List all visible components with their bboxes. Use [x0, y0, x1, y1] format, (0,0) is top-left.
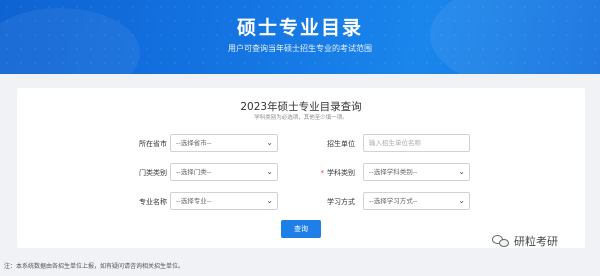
province-select[interactable]: --选择省市-- ⌄: [170, 134, 278, 152]
category-label: 门类类别: [139, 169, 167, 177]
page-title: 硕士专业目录: [236, 17, 363, 39]
chevron-down-icon: ⌄: [458, 167, 465, 176]
school-label: 招生单位: [327, 140, 355, 148]
chevron-down-icon: ⌄: [458, 196, 465, 205]
school-input[interactable]: 输入招生单位名称: [363, 134, 470, 152]
chevron-down-icon: ⌄: [266, 196, 273, 205]
required-mark: *: [320, 169, 325, 177]
province-label: 所在省市: [139, 140, 167, 148]
header-banner: 硕士专业目录 用户可查询当年硕士招生专业的考试范围: [0, 0, 600, 74]
page-subtitle: 用户可查询当年硕士招生专业的考试范围: [228, 44, 372, 53]
wechat-icon: [492, 234, 510, 248]
search-form-card: 2023年硕士专业目录查询 学科类别为必选项，其他至少填一项。 所在省市 --选…: [17, 88, 585, 248]
major-select[interactable]: --选择专业-- ⌄: [170, 192, 278, 210]
category-select[interactable]: --选择门类-- ⌄: [170, 163, 278, 181]
form-hint: 学科类别为必选项，其他至少填一项。: [254, 115, 348, 121]
watermark-text: 研粒考研: [514, 235, 558, 248]
form-title: 2023年硕士专业目录查询: [240, 101, 362, 113]
discipline-label: * 学科类别: [320, 169, 356, 177]
chevron-down-icon: ⌄: [266, 138, 273, 147]
footnote: 注：本系统数据由各招生单位上报，如有疑问请咨询相关招生单位。: [4, 263, 185, 270]
search-button[interactable]: 查询: [281, 220, 321, 238]
discipline-select[interactable]: --选择学科类别-- ⌄: [363, 163, 470, 181]
study-mode-select[interactable]: --选择学习方式-- ⌄: [363, 192, 470, 210]
watermark: 研粒考研: [492, 233, 558, 249]
study-mode-label: 学习方式: [327, 198, 355, 206]
major-label: 专业名称: [139, 198, 167, 206]
chevron-down-icon: ⌄: [266, 167, 273, 176]
